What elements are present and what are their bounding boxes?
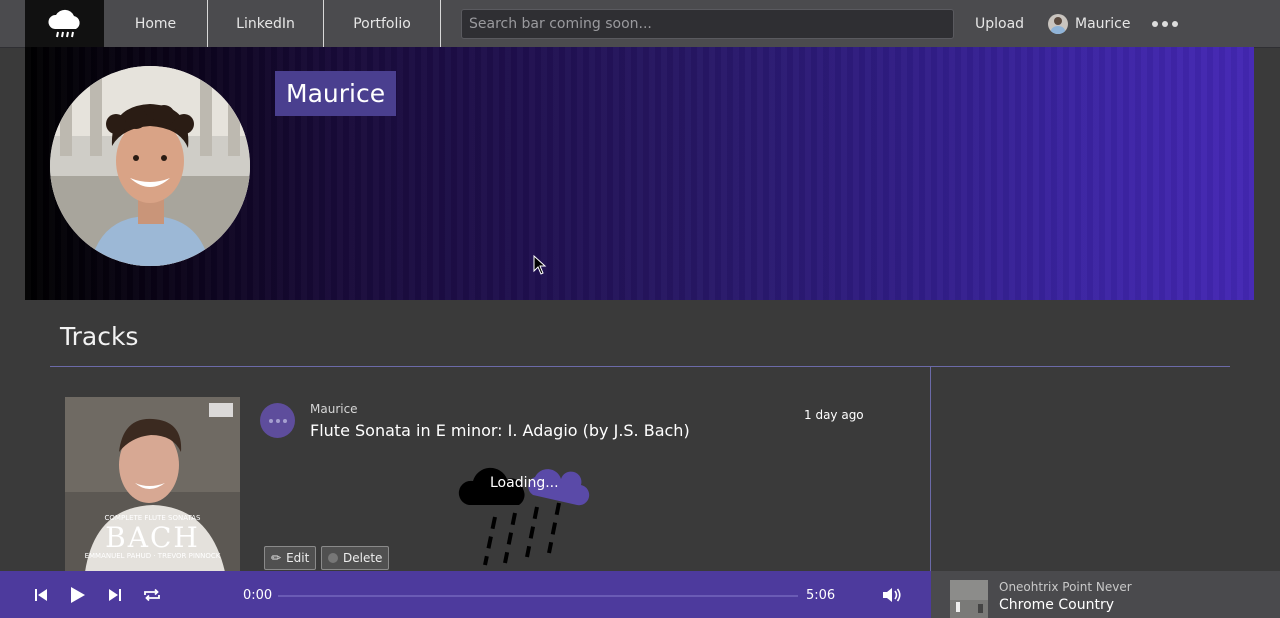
progress-bar[interactable] [278,595,798,597]
track-title[interactable]: Flute Sonata in E minor: I. Adagio (by J… [310,421,690,440]
track-play-button[interactable] [260,403,295,438]
pencil-icon: ✏ [271,551,282,565]
current-time: 0:00 [243,588,273,603]
divider [50,366,1230,367]
top-nav: Home LinkedIn Portfolio Upload Maurice [0,0,1280,48]
now-playing-title[interactable]: Chrome Country [999,597,1114,613]
profile-banner: Maurice [25,47,1254,300]
nav-linkedin[interactable]: LinkedIn [208,0,324,47]
cover-title: BACH [105,521,200,554]
now-playing-art[interactable] [950,580,988,618]
track-cover[interactable]: COMPLETE FLUTE SONATAS BACH EMMANUEL PAH… [65,397,240,572]
delete-button[interactable]: Delete [321,546,390,570]
duration: 5:06 [806,588,836,603]
more-options-icon[interactable] [1152,0,1178,47]
loading-text: Loading... [490,475,559,491]
search-input[interactable] [461,9,954,39]
user-avatar [1048,13,1068,34]
profile-avatar [50,66,250,266]
trash-icon [328,553,338,563]
track-artist[interactable]: Maurice [310,402,358,416]
mouse-cursor-icon [533,254,547,279]
profile-name: Maurice [275,71,397,116]
nav-home[interactable]: Home [104,0,208,47]
user-menu[interactable]: Maurice [1048,0,1131,47]
now-playing-artist[interactable]: Oneohtrix Point Never [999,580,1132,594]
edit-button[interactable]: ✏ Edit [264,546,317,570]
logo-cloud-icon[interactable] [25,0,104,47]
repeat-icon[interactable] [140,583,164,607]
tracks-heading: Tracks [60,322,139,351]
divider [930,367,931,572]
previous-icon[interactable] [29,583,53,607]
next-icon[interactable] [103,583,127,607]
nav-portfolio[interactable]: Portfolio [324,0,441,47]
loading-cloud-icon [455,445,595,570]
cover-performers: EMMANUEL PAHUD · TREVOR PINNOCK [85,552,221,560]
user-name: Maurice [1075,15,1131,32]
volume-icon[interactable] [880,583,904,607]
play-icon[interactable] [65,583,89,607]
track-time-ago: 1 day ago [804,408,864,422]
upload-link[interactable]: Upload [975,0,1024,47]
